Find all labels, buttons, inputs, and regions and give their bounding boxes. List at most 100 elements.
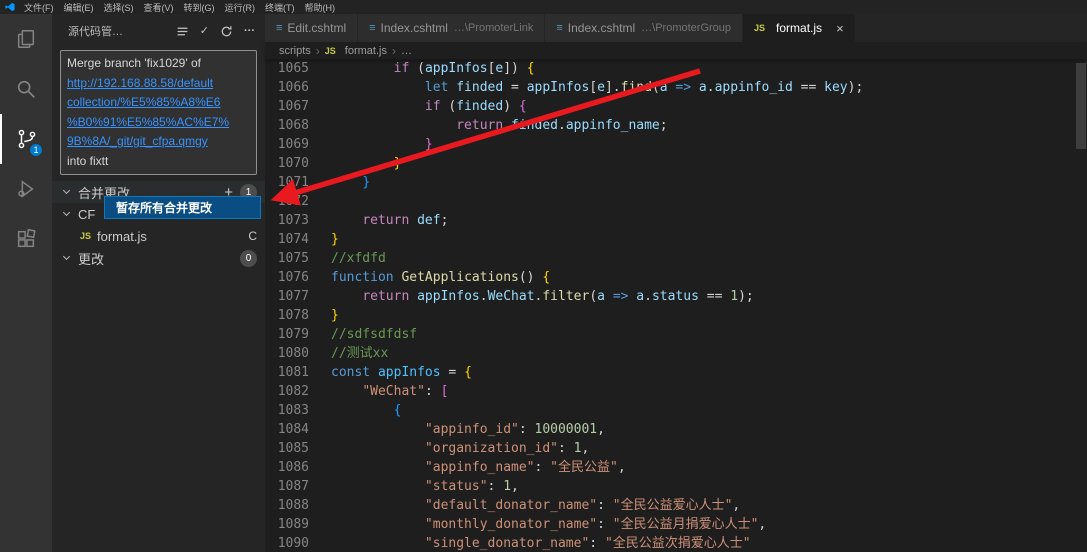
breadcrumb-item-0[interactable]: scripts bbox=[279, 45, 311, 57]
tree-item-file-format-js[interactable]: JS format.js C bbox=[52, 225, 265, 247]
commit-message-link[interactable]: collection/%E5%85%A8%E6 bbox=[67, 93, 250, 113]
js-file-icon: JS bbox=[324, 45, 336, 56]
menu-item-4[interactable]: 转到(G) bbox=[179, 1, 220, 14]
code-line[interactable]: 1073 return def; bbox=[265, 211, 1087, 230]
token: . bbox=[644, 289, 652, 304]
token: finded bbox=[456, 99, 504, 114]
commit-message-link[interactable]: 9B%8A/_git/git_cfpa.qmgy bbox=[67, 132, 250, 152]
code-line[interactable]: 1090 "single_donator_name": "全民公益次捐爱心人士" bbox=[265, 534, 1087, 552]
code-line[interactable]: 1080 //测试xx bbox=[265, 344, 1087, 363]
code-line[interactable]: 1082 "WeChat": [ bbox=[265, 382, 1087, 401]
menu-item-5[interactable]: 运行(R) bbox=[220, 1, 261, 14]
stage-all-merge-changes-tooltip[interactable]: 暂存所有合并更改 bbox=[104, 196, 261, 219]
scrollbar-thumb[interactable] bbox=[1076, 63, 1086, 149]
search-icon[interactable] bbox=[0, 64, 52, 114]
token: "appinfo_id" bbox=[424, 422, 519, 437]
code-text: let finded = appInfos[e].find(a => a.app… bbox=[331, 78, 863, 97]
token: : bbox=[597, 517, 613, 532]
tab-label: Edit.cshtml bbox=[287, 21, 347, 35]
line-number: 1079 bbox=[277, 327, 309, 342]
code-line[interactable]: 1078} bbox=[265, 306, 1087, 325]
code-line[interactable]: 1085 "organization_id": 1, bbox=[265, 439, 1087, 458]
token: WeChat bbox=[487, 289, 535, 304]
code-text: "default_donator_name": "全民公益爱心人士", bbox=[331, 496, 740, 515]
code-line[interactable]: 1068 return finded.appinfo_name; bbox=[265, 116, 1087, 135]
breadcrumb-item-2[interactable]: … bbox=[401, 45, 412, 57]
code-area[interactable]: 1065 if (appInfos[e]) {1066 let finded =… bbox=[265, 59, 1087, 552]
menu-item-7[interactable]: 帮助(H) bbox=[300, 1, 341, 14]
code-line[interactable]: 1086 "appinfo_name": "全民公益", bbox=[265, 458, 1087, 477]
tree-item-label: format.js bbox=[97, 228, 147, 244]
code-line[interactable]: 1081 const appInfos = { bbox=[265, 363, 1087, 382]
commit-message-link[interactable]: %B0%91%E5%85%AC%E7% bbox=[67, 113, 250, 133]
breadcrumb[interactable]: scripts › JS format.js ›… bbox=[265, 42, 1087, 59]
line-number: 1076 bbox=[277, 270, 309, 285]
menu-bar: 文件(F) 编辑(E) 选择(S) 查看(V) 转到(G) 运行(R) 终端(T) 帮助(H) bbox=[19, 0, 340, 14]
tab-edit-cshtml[interactable]: ≡ Edit.cshtml bbox=[265, 14, 359, 42]
editor-scrollbar[interactable] bbox=[1075, 59, 1087, 552]
menu-item-0[interactable]: 文件(F) bbox=[19, 1, 59, 14]
code-line[interactable]: 1075 //xfdfd bbox=[265, 249, 1087, 268]
code-text: "appinfo_name": "全民公益", bbox=[331, 458, 626, 477]
token: let bbox=[424, 80, 449, 95]
token: ( bbox=[589, 289, 598, 304]
line-number: 1082 bbox=[277, 384, 309, 399]
code-line[interactable]: 1072 bbox=[265, 192, 1087, 211]
breadcrumb-item-1[interactable]: JS format.js bbox=[325, 45, 387, 57]
token: : bbox=[424, 384, 441, 399]
tab-format-js[interactable]: JS format.js × bbox=[743, 14, 856, 42]
tab-index-cshtml-promoterlink[interactable]: ≡ Index.cshtml …\PromoterLink bbox=[358, 14, 546, 42]
refresh-icon[interactable] bbox=[220, 25, 233, 38]
code-text: if (finded) { bbox=[331, 97, 527, 116]
code-line[interactable]: 1066 let finded = appInfos[e].find(a => … bbox=[265, 78, 1087, 97]
more-actions-icon[interactable]: ··· bbox=[244, 25, 255, 37]
code-line[interactable]: 1088 "default_donator_name": "全民公益爱心人士", bbox=[265, 496, 1087, 515]
code-line[interactable]: 1070 } bbox=[265, 154, 1087, 173]
code-text: "single_donator_name": "全民公益次捐爱心人士" bbox=[331, 534, 751, 552]
run-debug-icon[interactable] bbox=[0, 164, 52, 214]
explorer-icon[interactable] bbox=[0, 14, 52, 64]
commit-message-box[interactable]: Merge branch 'fix1029' of http://192.168.… bbox=[60, 50, 257, 175]
tab-bar: ≡ Edit.cshtml ≡ Index.cshtml …\PromoterLink ≡… bbox=[265, 14, 1087, 42]
code-line[interactable]: 1065 if (appInfos[e]) { bbox=[265, 59, 1087, 78]
code-line[interactable]: 1067 if (finded) { bbox=[265, 97, 1087, 116]
tab-label: Index.cshtml bbox=[380, 21, 448, 35]
token: "appinfo_name" bbox=[424, 460, 535, 475]
code-line[interactable]: 1077 return appInfos.WeChat.filter(a => … bbox=[265, 287, 1087, 306]
source-control-icon[interactable]: 1 bbox=[0, 114, 52, 164]
code-line[interactable]: 1069 } bbox=[265, 135, 1087, 154]
commit-message-link[interactable]: http://192.168.88.58/default bbox=[67, 74, 250, 94]
code-line[interactable]: 1083 { bbox=[265, 401, 1087, 420]
code-line[interactable]: 1079 //sdfsdfdsf bbox=[265, 325, 1087, 344]
code-line[interactable]: 1071 } bbox=[265, 173, 1087, 192]
code-text: } bbox=[331, 306, 339, 325]
commit-check-icon[interactable]: ✓ bbox=[200, 25, 209, 37]
tab-index-cshtml-promotergroup[interactable]: ≡ Index.cshtml …\PromoterGroup bbox=[545, 14, 744, 42]
menu-item-3[interactable]: 查看(V) bbox=[139, 1, 179, 14]
code-line[interactable]: 1089 "monthly_donator_name": "全民公益月捐爱心人士… bbox=[265, 515, 1087, 534]
code-line[interactable]: 1087 "status": 1, bbox=[265, 477, 1087, 496]
view-as-list-icon[interactable] bbox=[176, 25, 189, 38]
code-line[interactable]: 1076 function GetApplications() { bbox=[265, 268, 1087, 287]
token: "default_donator_name" bbox=[424, 498, 598, 513]
editor-group: ≡ Edit.cshtml ≡ Index.cshtml …\PromoterLink ≡… bbox=[265, 14, 1087, 552]
code-line[interactable]: 1074} bbox=[265, 230, 1087, 249]
token: "WeChat" bbox=[362, 384, 425, 399]
close-icon[interactable]: × bbox=[836, 21, 844, 36]
code-line[interactable]: 1084 "appinfo_id": 10000001, bbox=[265, 420, 1087, 439]
extensions-icon[interactable] bbox=[0, 214, 52, 264]
line-number: 1086 bbox=[277, 460, 309, 475]
code-text: //xfdfd bbox=[331, 249, 386, 268]
tree-item-changes[interactable]: 更改 0 bbox=[52, 247, 265, 269]
token: , bbox=[511, 479, 519, 494]
token: a bbox=[659, 80, 668, 95]
menu-item-2[interactable]: 选择(S) bbox=[99, 1, 139, 14]
line-number: 1075 bbox=[277, 251, 309, 266]
menu-item-1[interactable]: 编辑(E) bbox=[59, 1, 99, 14]
menu-item-6[interactable]: 终端(T) bbox=[260, 1, 300, 14]
token: filter bbox=[542, 289, 590, 304]
